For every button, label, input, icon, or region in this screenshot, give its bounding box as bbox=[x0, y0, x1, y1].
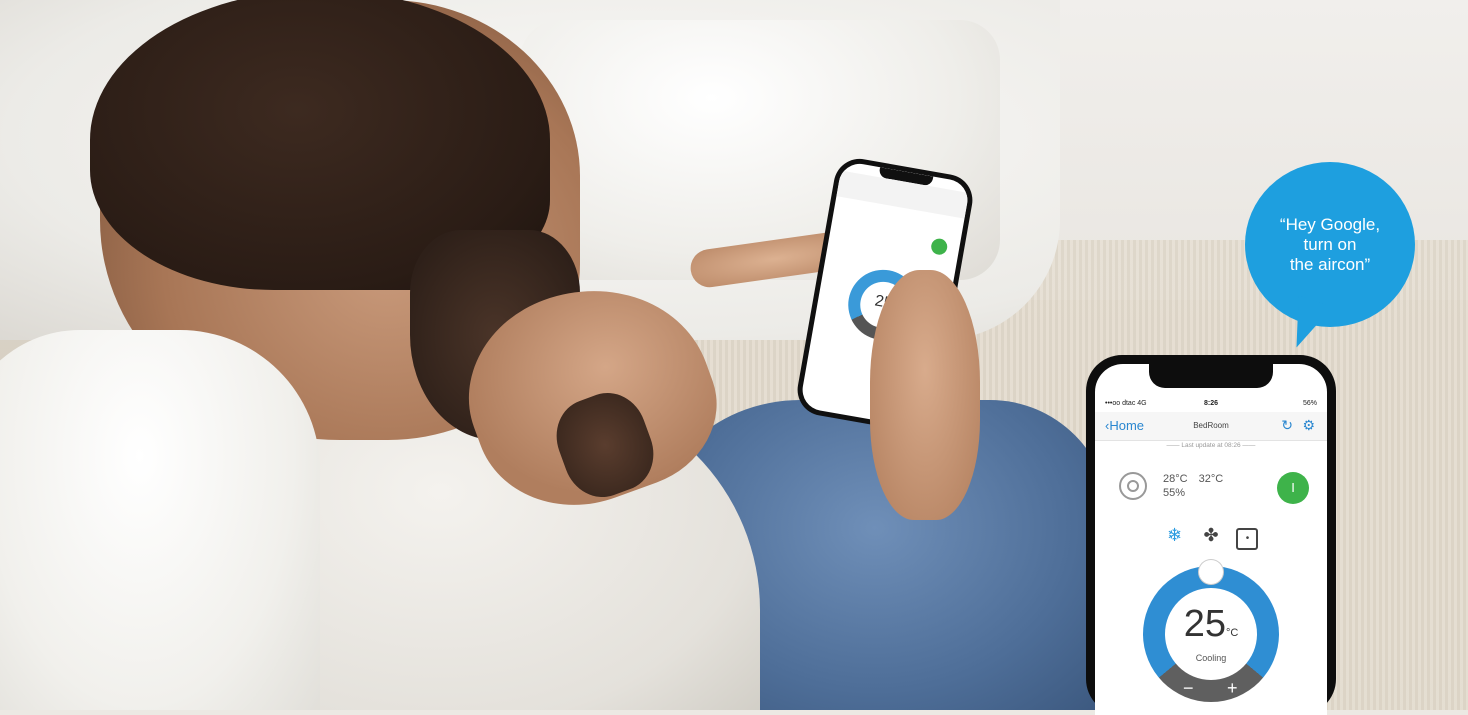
mode-label: Cooling bbox=[1195, 653, 1227, 663]
temperature-number: 25 bbox=[1183, 603, 1226, 645]
temperature-value: 25°C bbox=[1165, 604, 1257, 653]
man-hand bbox=[870, 270, 980, 520]
nav-bar: ‹Home BedRoom ↻ ⚙ bbox=[1095, 412, 1327, 441]
snowflake-icon[interactable]: ❄ bbox=[1164, 524, 1186, 546]
settings-icon[interactable]: ⚙ bbox=[1302, 417, 1315, 434]
status-bar: •••oo dtac 4G 8:26 56% bbox=[1095, 398, 1327, 412]
speech-bubble: “Hey Google, turn on the aircon” bbox=[1245, 162, 1415, 327]
last-update-label: —— Last update at 08:26 —— bbox=[1166, 442, 1256, 449]
clock-label: 8:26 bbox=[1203, 400, 1218, 407]
phone-notch bbox=[1149, 364, 1273, 388]
app-phone: •••oo dtac 4G 8:26 56% ‹Home BedRoom ↻ ⚙… bbox=[1086, 355, 1336, 715]
temperature-dial[interactable]: 25°C Cooling − + bbox=[1143, 560, 1279, 702]
indoor-temp: 28°C bbox=[1163, 473, 1188, 485]
decrease-button[interactable]: − bbox=[1183, 678, 1194, 699]
battery-label: 56% bbox=[1302, 400, 1317, 407]
humidity: 55% bbox=[1163, 487, 1186, 499]
dry-icon[interactable]: • bbox=[1236, 528, 1259, 550]
dial-center: 25°C Cooling bbox=[1165, 588, 1257, 680]
power-button bbox=[929, 237, 949, 256]
power-ring-icon[interactable] bbox=[1119, 472, 1147, 500]
increase-button[interactable]: + bbox=[1227, 678, 1238, 699]
speech-line-1: “Hey Google, bbox=[1279, 214, 1381, 234]
power-button[interactable]: I bbox=[1277, 472, 1309, 504]
mode-selector: ❄ ✤ • bbox=[1095, 524, 1327, 550]
app-screen: •••oo dtac 4G 8:26 56% ‹Home BedRoom ↻ ⚙… bbox=[1095, 364, 1327, 715]
speech-line-2: turn on bbox=[1303, 234, 1357, 254]
temperature-unit: °C bbox=[1225, 627, 1239, 639]
dial-knob[interactable] bbox=[1199, 560, 1223, 584]
fan-icon[interactable]: ✤ bbox=[1200, 524, 1222, 546]
speech-line-3: the aircon” bbox=[1289, 254, 1371, 274]
outdoor-temp: 32°C bbox=[1198, 473, 1224, 485]
sensor-readings: 28°C 32°C 55% bbox=[1163, 472, 1231, 500]
sofa-arm bbox=[0, 330, 320, 710]
refresh-icon[interactable]: ↻ bbox=[1281, 417, 1293, 434]
